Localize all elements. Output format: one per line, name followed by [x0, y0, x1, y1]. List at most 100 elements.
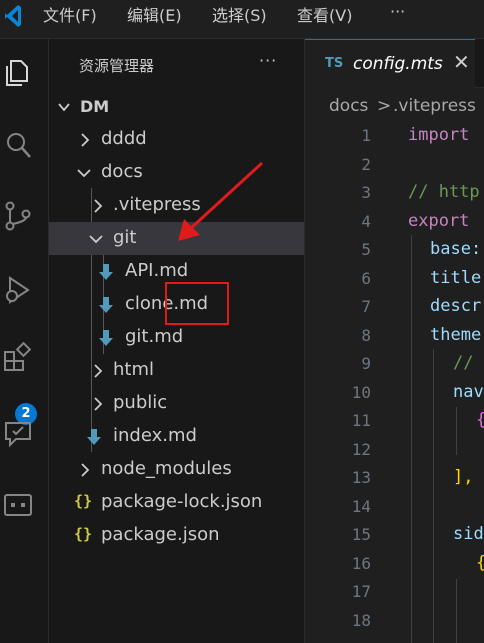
code-line: 9 //: [305, 352, 484, 380]
breadcrumb-item-vitepress[interactable]: .vitepress: [393, 96, 476, 116]
title-bar: 文件(F) 编辑(E) 选择(S) 查看(V) ···: [0, 0, 484, 39]
menu-selection[interactable]: 选择(S): [212, 2, 267, 26]
code-text: ],: [453, 467, 474, 487]
markdown-file-icon: [99, 297, 113, 313]
run-debug-icon[interactable]: [2, 274, 34, 306]
tree-file-package-json[interactable]: {} package.json: [49, 519, 304, 552]
code-text: theme: [430, 325, 482, 345]
line-number: 3: [361, 183, 371, 202]
code-line: 16 {: [305, 552, 484, 580]
tree-item-label: index.md: [113, 425, 197, 446]
code-text: export: [408, 211, 470, 231]
line-number: 15: [351, 525, 371, 544]
line-number: 2: [361, 155, 371, 174]
code-text: {: [476, 410, 484, 430]
tree-file-package-lock-json[interactable]: {} package-lock.json: [49, 486, 304, 519]
code-text: import: [408, 125, 470, 145]
chevron-right-icon: [81, 133, 90, 147]
line-number: 10: [351, 383, 371, 402]
code-line: 1 import: [305, 124, 484, 152]
remote-explorer-icon[interactable]: [2, 417, 34, 449]
tree-root-label: DM: [80, 97, 110, 116]
code-line: 6 title: [305, 267, 484, 295]
breadcrumb: docs > .vitepress: [305, 89, 484, 123]
tree-file-index-md[interactable]: index.md: [49, 420, 304, 453]
line-number: 5: [361, 240, 371, 259]
activity-bar: 2: [0, 39, 49, 643]
tree-folder-html[interactable]: html: [49, 354, 304, 387]
code-line: 2: [305, 153, 484, 181]
menu-edit[interactable]: 编辑(E): [127, 2, 182, 26]
annotation-highlight-box: [165, 282, 229, 325]
tree-folder-node-modules[interactable]: node_modules: [49, 453, 304, 486]
explorer-more-button[interactable]: ···: [259, 51, 277, 70]
terminal-icon[interactable]: [2, 489, 34, 521]
line-number: 12: [351, 440, 371, 459]
tree-file-git-md[interactable]: git.md: [49, 321, 304, 354]
code-line: 4 export: [305, 210, 484, 238]
markdown-file-icon: [99, 264, 113, 280]
tree-folder-dddd[interactable]: dddd: [49, 123, 304, 156]
code-line: 8 theme: [305, 324, 484, 352]
tree-item-label: API.md: [125, 260, 189, 281]
tree-root-dm[interactable]: DM: [49, 90, 304, 123]
code-text: {: [476, 553, 484, 573]
explorer-panel: 资源管理器 ··· DM dddd docs .vitepress git AP…: [49, 39, 305, 643]
source-control-icon[interactable]: [2, 200, 34, 232]
tree-item-label: git: [113, 227, 137, 248]
explorer-icon[interactable]: [2, 57, 34, 89]
json-file-icon: {}: [74, 525, 93, 543]
menu-file[interactable]: 文件(F): [43, 2, 97, 26]
chevron-right-icon: [94, 397, 103, 411]
line-number: 1: [361, 126, 371, 145]
code-line: 7 descr: [305, 295, 484, 323]
typescript-file-icon: TS: [325, 56, 344, 71]
json-file-icon: {}: [74, 492, 93, 510]
line-number: 18: [351, 611, 371, 630]
tab-label: config.mts: [353, 54, 443, 74]
tab-config-mts[interactable]: TS config.mts ✕: [305, 39, 475, 88]
markdown-file-icon: [99, 330, 113, 346]
line-number: 7: [361, 297, 371, 316]
tree-item-label: html: [113, 359, 155, 380]
chevron-right-icon: [94, 364, 103, 378]
vscode-logo-icon: [5, 5, 21, 27]
breadcrumb-item-docs[interactable]: docs: [329, 96, 368, 116]
code-text: title: [430, 268, 482, 288]
code-line: 14: [305, 495, 484, 523]
menu-view[interactable]: 查看(V): [297, 2, 352, 26]
tree-item-label: git.md: [125, 326, 184, 347]
line-number: 13: [351, 468, 371, 487]
editor-tabs: TS config.mts ✕: [305, 39, 484, 88]
search-icon[interactable]: [2, 129, 34, 161]
chevron-right-icon: [94, 199, 103, 213]
line-number: 8: [361, 326, 371, 345]
code-line: 10 nav: [305, 381, 484, 409]
tree-item-label: dddd: [101, 128, 147, 149]
line-number: 6: [361, 269, 371, 288]
tree-folder-public[interactable]: public: [49, 387, 304, 420]
breadcrumb-separator: >: [377, 96, 392, 116]
line-number: 4: [361, 212, 371, 231]
line-number: 11: [351, 411, 371, 430]
chevron-down-icon: [89, 235, 103, 244]
code-line: 13],: [305, 466, 484, 494]
code-line: 12: [305, 438, 484, 466]
code-line: 11 {: [305, 409, 484, 437]
chevron-down-icon: [58, 103, 70, 112]
code-line: 5 base:: [305, 238, 484, 266]
code-text: //: [453, 353, 474, 373]
tree-item-label: public: [113, 392, 168, 413]
extensions-icon[interactable]: [2, 342, 34, 374]
code-text: base:: [430, 239, 482, 259]
tree-item-label: docs: [101, 161, 143, 182]
annotation-arrow-icon: [178, 161, 264, 241]
code-line: 17: [305, 580, 484, 608]
tree-item-label: package-lock.json: [101, 491, 263, 512]
explorer-title: 资源管理器: [79, 57, 155, 75]
line-number: 16: [351, 554, 371, 573]
close-icon[interactable]: ✕: [453, 50, 470, 74]
chevron-down-icon: [77, 169, 91, 178]
menu-more[interactable]: ···: [390, 2, 405, 21]
markdown-file-icon: [87, 429, 101, 445]
